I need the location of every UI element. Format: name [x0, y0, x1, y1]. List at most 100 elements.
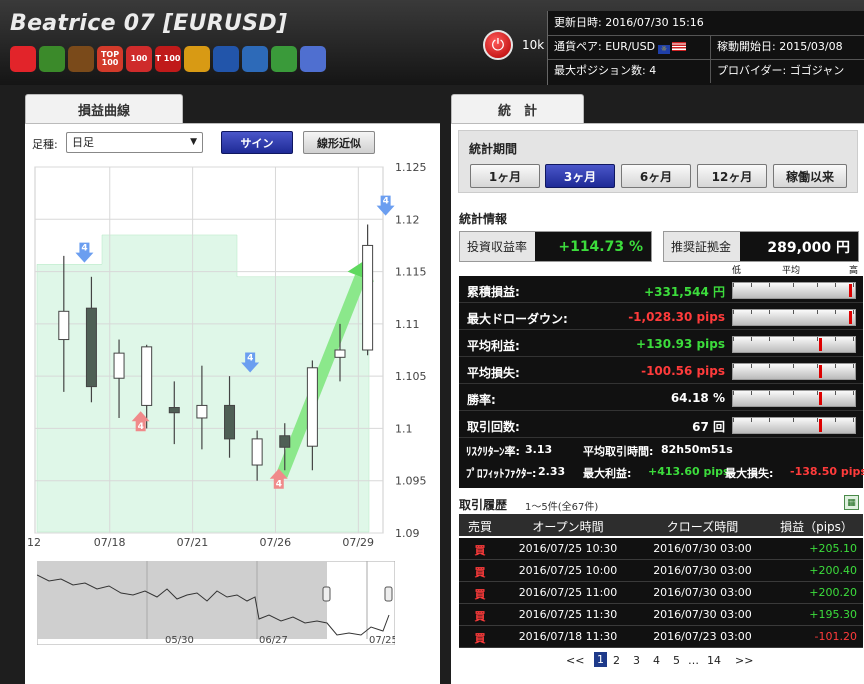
history-cell: 買 — [474, 566, 486, 579]
stat-gauge — [732, 363, 856, 380]
gauge-marker — [819, 365, 822, 378]
pencil-badge[interactable] — [39, 46, 65, 72]
export-icon[interactable]: ▦ — [844, 495, 859, 510]
stat-gauge — [732, 282, 856, 299]
max-loss-label: 最大損失: — [725, 467, 774, 480]
margin-value: 289,000 円 — [740, 232, 858, 261]
chart-panel: 足種: 日足 ▼ サイン 線形近似 4 4 4 4 4 1.125 1.12 1.115 1.1… — [25, 123, 440, 684]
x-tick-label: 12 — [27, 536, 41, 549]
stat-value: 64.18 % — [670, 391, 725, 405]
fire-100-badge[interactable]: 100 — [126, 46, 152, 72]
gauge-marker — [819, 338, 822, 351]
page-ellipsis: … — [688, 654, 699, 667]
leaf-badge[interactable] — [271, 46, 297, 72]
navigator-shade — [37, 561, 327, 639]
history-row[interactable]: 買 2016/07/18 11:30 2016/07/23 03:00 -101.20 — [459, 626, 863, 648]
tab-profit-curve[interactable]: 損益曲線 — [25, 94, 183, 124]
info-panel: 更新日時: 2016/07/30 15:16 通貨ペア: EUR/USD ☼ 稼動… — [547, 11, 864, 85]
period-3m-button[interactable]: 3ヶ月 — [545, 164, 615, 188]
globe-badge[interactable] — [300, 46, 326, 72]
roi-value: +114.73 % — [535, 232, 651, 261]
history-cell: 2016/07/18 11:30 — [518, 630, 618, 643]
navigator-left-handle[interactable] — [322, 586, 331, 602]
period-12m-button[interactable]: 12ヶ月 — [697, 164, 767, 188]
eu-flag-icon: ☼ — [658, 45, 671, 54]
page-link[interactable]: 5 — [673, 654, 680, 667]
us-flag-icon — [672, 42, 687, 51]
signal-count: 4 — [81, 244, 87, 254]
page-link[interactable]: 2 — [613, 654, 620, 667]
smile-face-badge[interactable] — [10, 46, 36, 72]
tab-statistics[interactable]: 統 計 — [451, 94, 584, 124]
period-1m-button[interactable]: 1ヶ月 — [470, 164, 540, 188]
margin-label: 推奨証拠金 — [664, 232, 740, 261]
sign-button[interactable]: サイン — [221, 131, 293, 154]
power-icon[interactable]: ⏻ — [483, 30, 513, 60]
stat-value: +331,544 円 — [644, 285, 725, 299]
chart-up-badge[interactable] — [242, 46, 268, 72]
stats-title: 統計情報 — [459, 212, 508, 226]
scissors-badge[interactable] — [213, 46, 239, 72]
avg-time-label: 平均取引時間: — [583, 445, 654, 458]
page-link[interactable]: 14 — [707, 654, 721, 667]
max-profit-value: +413.60 pips — [648, 465, 730, 478]
stat-label: 勝率: — [467, 393, 496, 407]
history-cell: 2016/07/30 03:00 — [653, 564, 752, 577]
pagination: << 1 2 3 4 5 … 14 >> — [451, 652, 864, 671]
history-row[interactable]: 買 2016/07/25 10:30 2016/07/30 03:00 +205.10 — [459, 538, 863, 560]
badge-row: TOP 100 100 T 100 — [10, 46, 326, 72]
header-bar: Beatrice 07 [EURUSD] TOP 100 100 T 100 ⏻ 1… — [0, 0, 864, 85]
history-row[interactable]: 買 2016/07/25 11:30 2016/07/30 03:00 +195.30 — [459, 604, 863, 626]
navigator-chart[interactable]: 05/30 06/27 07/25 — [37, 561, 395, 645]
history-title: 取引履歴 — [459, 498, 508, 512]
y-tick-label: 1.11 — [395, 318, 420, 331]
page-link[interactable]: 4 — [653, 654, 660, 667]
page-first-link[interactable]: << — [566, 654, 584, 667]
stat-label: 平均損失: — [467, 366, 520, 380]
history-cell: +205.10 — [809, 542, 857, 555]
start-date: 稼動開始日: 2015/03/08 — [711, 35, 864, 60]
history-cell: 2016/07/30 03:00 — [653, 586, 752, 599]
history-cell: 買 — [474, 544, 486, 557]
scale-low: 低 — [732, 266, 742, 276]
stat-row: 取引回数: 67 回 — [459, 413, 863, 438]
history-column-header: 売買 — [467, 520, 492, 534]
people-badge[interactable] — [68, 46, 94, 72]
x-tick-label: 07/29 — [342, 536, 374, 549]
x-tick-label: 07/18 — [94, 536, 126, 549]
navigator-right-handle[interactable] — [384, 586, 393, 602]
chevron-down-icon: ▼ — [190, 137, 197, 147]
candlestick-chart: 4 4 4 4 4 1.125 1.12 1.115 1.11 1.105 1.1 1.095 1.0… — [27, 161, 427, 549]
history-row[interactable]: 買 2016/07/25 10:00 2016/07/30 03:00 +200.40 — [459, 560, 863, 582]
top100-badge[interactable]: TOP 100 — [97, 46, 123, 72]
scale-mid: 平均 — [782, 266, 801, 276]
stats-panel: 統計期間 1ヶ月 3ヶ月 6ヶ月 12ヶ月 稼働以来 統計情報 投資収益率 +1… — [451, 123, 864, 684]
history-table: 売買 オープン時間 クローズ時間 損益（pips） 買 2016/07/25 10:30 2… — [459, 514, 863, 649]
timeframe-select[interactable]: 日足 ▼ — [66, 132, 203, 153]
linear-approx-button[interactable]: 線形近似 — [303, 131, 375, 154]
stat-value: -1,028.30 pips — [628, 310, 725, 324]
stat-gauge — [732, 417, 856, 434]
period-all-button[interactable]: 稼働以来 — [773, 164, 847, 188]
gauge-marker — [849, 284, 852, 297]
history-column-header: クローズ時間 — [666, 520, 739, 534]
stat-value: -100.56 pips — [641, 364, 725, 378]
navigator-label: 06/27 — [259, 635, 288, 645]
period-box: 統計期間 1ヶ月 3ヶ月 6ヶ月 12ヶ月 稼働以来 — [458, 130, 858, 193]
stats-table: 累積損益: +331,544 円最大ドローダウン: -1,028.30 pips 平均… — [459, 276, 864, 488]
follower-count: 10k — [522, 38, 545, 52]
t-100-badge[interactable]: T 100 — [155, 46, 181, 72]
provider: プロバイダー: ゴゴジャン — [717, 64, 845, 77]
max-positions: 最大ポジション数: 4 — [548, 59, 711, 83]
page-current[interactable]: 1 — [594, 652, 607, 667]
page-last-link[interactable]: >> — [735, 654, 753, 667]
navigator-label: 05/30 — [165, 635, 194, 645]
trophy-badge[interactable] — [184, 46, 210, 72]
history-row[interactable]: 買 2016/07/25 11:00 2016/07/30 03:00 +200.20 — [459, 582, 863, 604]
period-6m-button[interactable]: 6ヶ月 — [621, 164, 691, 188]
gauge-marker — [849, 311, 852, 324]
page-link[interactable]: 3 — [633, 654, 640, 667]
x-tick-label: 07/21 — [177, 536, 209, 549]
history-column-header: オープン時間 — [532, 520, 604, 534]
risk-return-label: ﾘｽｸﾘﾀｰﾝ率: — [466, 445, 520, 458]
